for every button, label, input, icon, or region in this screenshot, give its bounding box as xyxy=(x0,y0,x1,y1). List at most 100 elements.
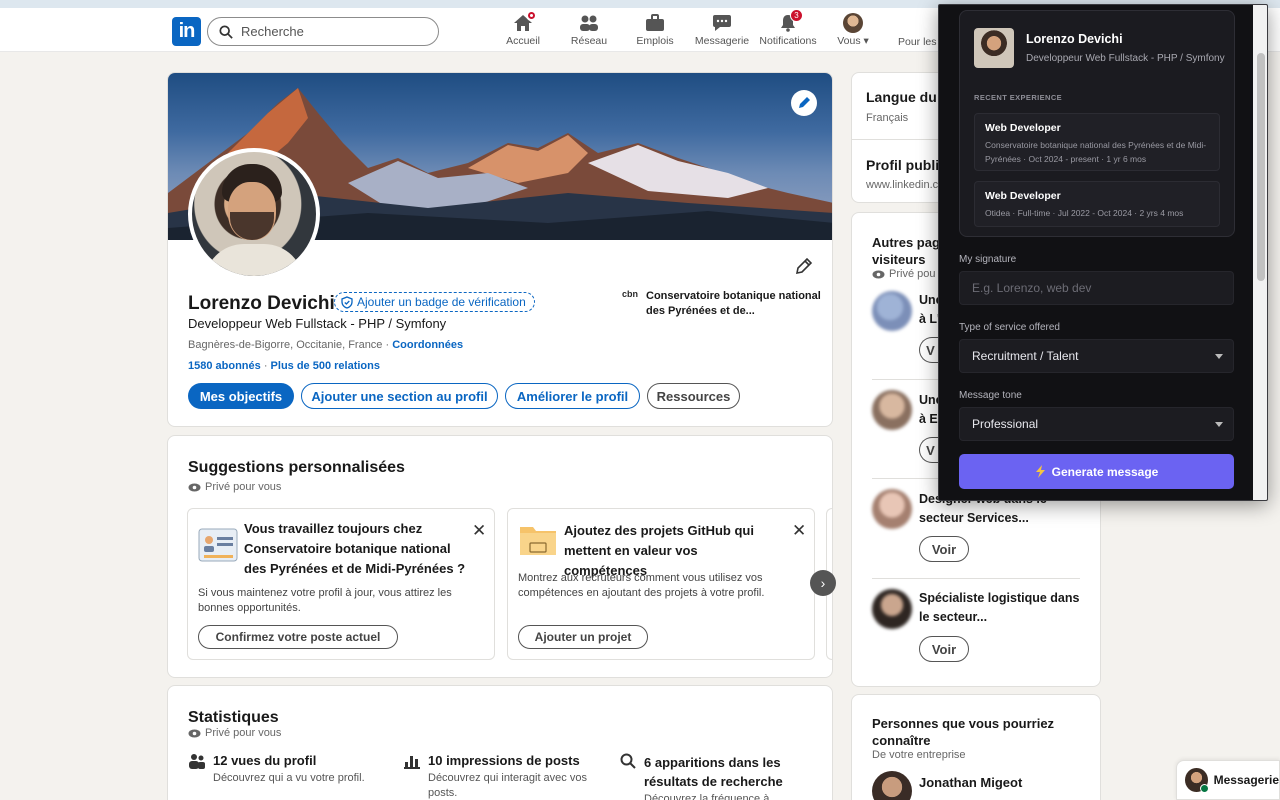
pymk-subtitle: De votre entreprise xyxy=(872,749,966,761)
experience-2-desc: Otidea · Full-time · Jul 2022 - Oct 2024… xyxy=(985,208,1184,218)
next-suggestions-arrow-button[interactable]: › xyxy=(810,570,836,596)
experience-1-title: Web Developer xyxy=(985,122,1061,134)
stat-profile-views[interactable]: 12 vues du profil Découvrez qui a vu vot… xyxy=(189,753,393,786)
edit-intro-pencil-icon[interactable] xyxy=(795,257,813,275)
profile-network-counts: 1580 abonnés · Plus de 500 relations xyxy=(188,360,380,372)
search-icon xyxy=(219,25,233,39)
contact-info-link[interactable]: Coordonnées xyxy=(392,339,463,351)
suggestion-2-body: Montrez aux recruteurs comment vous util… xyxy=(518,572,765,599)
viewer-avatar-4[interactable] xyxy=(872,589,912,629)
stat-profile-views-title: 12 vues du profil xyxy=(213,753,317,768)
signature-input[interactable]: E.g. Lorenzo, web dev xyxy=(959,271,1234,305)
experience-2-title: Web Developer xyxy=(985,190,1061,202)
search-input[interactable] xyxy=(241,24,431,39)
suggestions-card: Suggestions personnalisées Privé pour vo… xyxy=(167,435,833,678)
extension-profile-summary: Lorenzo Devichi Developpeur Web Fullstac… xyxy=(959,10,1235,237)
message-tone-label: Message tone xyxy=(959,390,1022,401)
nav-home[interactable]: Accueil xyxy=(502,8,544,52)
nav-network[interactable]: Réseau xyxy=(568,8,610,52)
stat-post-impressions-desc: Découvrez qui interagit avec vos posts. xyxy=(428,772,587,799)
notifications-count-badge: 3 xyxy=(790,9,803,22)
add-verification-badge-button[interactable]: Ajouter un badge de vérification xyxy=(334,292,535,312)
profile-location: Bagnères-de-Bigorre, Occitanie, France ·… xyxy=(188,339,463,351)
nav-me[interactable]: Vous ▾ xyxy=(832,8,874,52)
nav-messaging[interactable]: Messagerie xyxy=(694,8,750,52)
viewer-4-headline[interactable]: Spécialiste logistique dans le secteur..… xyxy=(919,589,1089,627)
add-profile-section-button[interactable]: Ajouter une section au profil xyxy=(301,383,498,409)
viewer-avatar-1[interactable] xyxy=(872,291,912,331)
profile-language-title: Langue du xyxy=(866,89,937,105)
suggestions-private-note: Privé pour vous xyxy=(188,481,281,493)
search-icon xyxy=(620,753,636,769)
chevron-down-icon xyxy=(1215,354,1223,359)
statistics-title: Statistiques xyxy=(188,709,279,726)
connections-link[interactable]: Plus de 500 relations xyxy=(271,360,380,372)
extension-scrollbar-thumb[interactable] xyxy=(1257,53,1265,281)
location-text: Bagnères-de-Bigorre, Occitanie, France · xyxy=(188,339,390,351)
nav-network-label: Réseau xyxy=(570,35,608,47)
nav-me-label: Vous ▾ xyxy=(837,35,869,47)
public-profile-url[interactable]: www.linkedin.c xyxy=(866,179,938,191)
dismiss-suggestion-2-button[interactable]: ✕ xyxy=(792,521,806,541)
pymk-title: Personnes que vous pourriez connaître xyxy=(872,716,1055,748)
my-goals-button[interactable]: Mes objectifs xyxy=(188,383,294,409)
search-box[interactable] xyxy=(207,17,439,46)
profile-photo[interactable] xyxy=(188,148,320,280)
viewer-avatar-3[interactable] xyxy=(872,489,912,529)
nav-messaging-label: Messagerie xyxy=(694,35,750,47)
viewer-4-view-button[interactable]: Voir xyxy=(919,636,969,662)
messaging-label: Messagerie xyxy=(1213,773,1279,787)
edit-banner-button[interactable] xyxy=(791,90,817,116)
service-type-select[interactable]: Recruitment / Talent xyxy=(959,339,1234,373)
shield-check-icon xyxy=(341,295,353,309)
extension-profile-role: Developpeur Web Fullstack - PHP / Symfon… xyxy=(1026,53,1225,64)
current-company[interactable]: cbn Conservatoire botanique national des… xyxy=(622,289,822,319)
verify-badge-label: Ajouter un badge de vérification xyxy=(357,295,526,309)
improve-profile-button[interactable]: Améliorer le profil xyxy=(505,383,640,409)
profile-card-illustration-icon xyxy=(198,528,238,562)
linkedin-logo[interactable]: in xyxy=(172,17,201,46)
viewer-avatar-2[interactable] xyxy=(872,390,912,430)
stat-search-appearances-desc: Découvrez la fréquence à xyxy=(644,793,770,800)
extension-scrollbar[interactable] xyxy=(1253,5,1267,500)
dismiss-suggestion-1-button[interactable]: ✕ xyxy=(472,521,486,541)
experience-item-2: Web Developer Otidea · Full-time · Jul 2… xyxy=(974,181,1220,227)
stat-post-impressions-title: 10 impressions de posts xyxy=(428,753,580,768)
nav-jobs[interactable]: Emplois xyxy=(634,8,676,52)
stat-search-appearances[interactable]: 6 apparitions dans les résultats de rech… xyxy=(620,753,814,800)
statistics-private-note: Privé pour vous xyxy=(188,727,281,739)
other-pages-private-label: Privé pou xyxy=(889,268,936,280)
viewer-3-view-button[interactable]: Voir xyxy=(919,536,969,562)
stat-post-impressions[interactable]: 10 impressions de posts Découvrez qui in… xyxy=(404,753,608,800)
messaging-overlay-button[interactable]: Messagerie xyxy=(1176,760,1280,800)
suggestion-1-title: Vous travaillez toujours chez Conservato… xyxy=(244,521,466,576)
message-icon xyxy=(711,13,733,33)
briefcase-icon xyxy=(644,13,666,33)
nav-notifications[interactable]: 3 Notifications xyxy=(756,8,820,52)
signature-label: My signature xyxy=(959,254,1017,265)
service-type-value: Recruitment / Talent xyxy=(972,349,1079,363)
eye-icon xyxy=(188,483,201,491)
add-project-button[interactable]: Ajouter un projet xyxy=(518,625,648,649)
followers-link[interactable]: 1580 abonnés xyxy=(188,360,261,372)
generate-message-button[interactable]: Generate message xyxy=(959,454,1234,489)
suggestion-card-github-projects: Ajoutez des projets GitHub qui mettent e… xyxy=(507,508,815,660)
network-icon xyxy=(578,13,600,33)
pymk-person-name[interactable]: Jonathan Migeot xyxy=(919,773,1022,792)
other-pages-title: Autres pag visiteurs xyxy=(872,235,940,267)
chevron-down-icon xyxy=(1215,422,1223,427)
message-tone-value: Professional xyxy=(972,417,1039,431)
resources-button[interactable]: Ressources xyxy=(647,383,740,409)
nav-jobs-label: Emplois xyxy=(636,35,674,47)
message-tone-select[interactable]: Professional xyxy=(959,407,1234,441)
experience-item-1: Web Developer Conservatoire botanique na… xyxy=(974,113,1220,171)
eye-icon xyxy=(872,270,885,278)
pymk-avatar[interactable] xyxy=(872,771,912,800)
people-icon xyxy=(189,754,205,769)
stat-search-appearances-title: 6 apparitions dans les résultats de rech… xyxy=(644,755,783,789)
message-generator-extension-panel: Lorenzo Devichi Developpeur Web Fullstac… xyxy=(938,4,1268,501)
pencil-icon xyxy=(799,97,810,108)
profile-card: Lorenzo Devichi Ajouter un badge de véri… xyxy=(167,72,833,427)
confirm-current-position-button[interactable]: Confirmez votre poste actuel xyxy=(198,625,398,649)
service-type-label: Type of service offered xyxy=(959,322,1060,333)
